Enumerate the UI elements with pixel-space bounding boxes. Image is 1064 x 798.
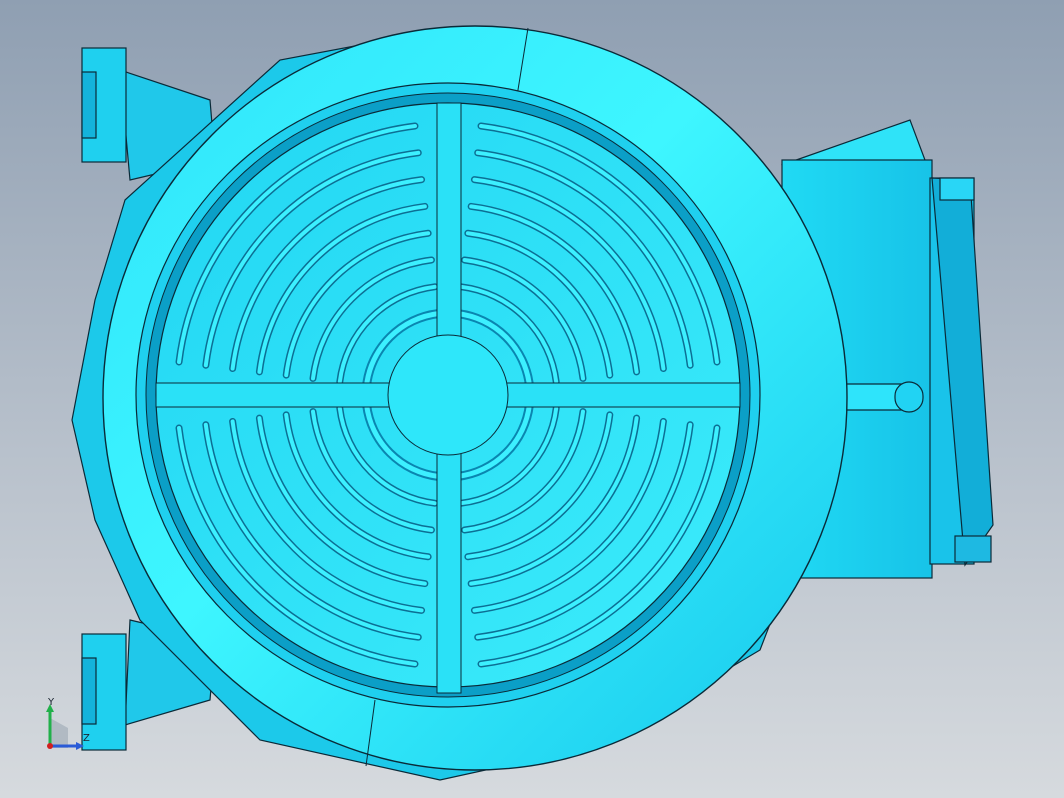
y-axis-label: Y	[48, 697, 55, 708]
fan-hub	[387, 334, 509, 456]
coordinate-triad[interactable]: Y Z	[38, 698, 98, 758]
motor-model[interactable]	[0, 0, 1064, 798]
triad-arrows	[46, 704, 84, 750]
z-axis-label: Z	[83, 733, 90, 744]
cad-viewport[interactable]: Y Z	[0, 0, 1064, 798]
